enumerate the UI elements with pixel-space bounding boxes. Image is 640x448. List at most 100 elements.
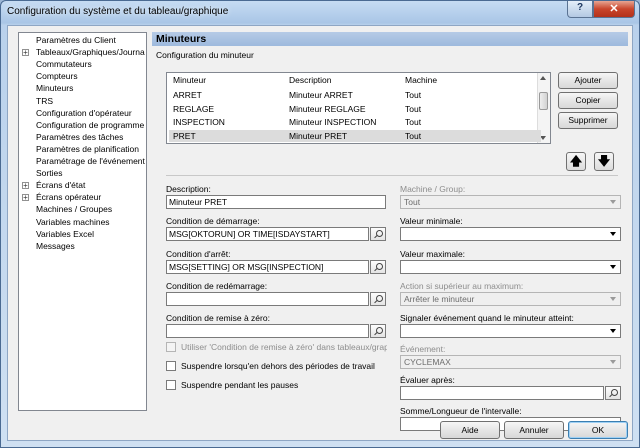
tree-item[interactable]: Paramétrage de l'événement [36,156,145,168]
signal-label: Signaler événement quand le minuteur att… [400,313,574,323]
help-icon: ? [576,2,584,13]
chevron-down-icon [610,329,616,333]
tree-item[interactable]: Compteurs [36,71,78,83]
description-field[interactable]: Minuteur PRET [166,195,386,209]
close-icon: ✕ [609,3,619,15]
description-label: Description: [166,184,211,194]
action-value: Arrêter le minuteur [404,294,475,304]
window-title: Configuration du système et du tableau/g… [7,6,229,17]
reset-condition-field[interactable] [166,324,369,338]
restart-condition-search-icon[interactable] [370,292,386,306]
start-condition-search-icon[interactable] [370,227,386,241]
config-window: Configuration du système et du tableau/g… [0,0,640,448]
tree-item[interactable]: TRS [36,96,53,108]
tree-item[interactable]: Minuteurs [36,83,73,95]
chevron-down-icon [610,297,616,301]
tree-item[interactable]: Sorties [36,168,62,180]
event-label: Événement: [400,344,446,354]
tree-item[interactable]: Configuration d'opérateur [36,108,132,120]
use-reset-label: Utiliser 'Condition de remise à zéro' da… [181,342,387,352]
tree-item[interactable]: Paramètres de planification [36,144,139,156]
stop-condition-label: Condition d'arrêt: [166,249,231,259]
stop-condition-field[interactable]: MSG[SETTING] OR MSG[INSPECTION] [166,260,369,274]
suspend-outside-label: Suspendre lorsqu'en dehors des périodes … [181,361,375,371]
tree-item[interactable]: Variables Excel [36,229,94,241]
col-header-machine[interactable]: Machine [405,75,437,85]
chevron-down-icon [610,360,616,364]
tree-item[interactable]: Machines / Groupes [36,204,112,216]
section-title: Minuteurs [156,33,207,45]
dialog-footer: Aide Annuler OK [8,416,632,440]
evaluate-after-field[interactable] [400,386,604,400]
scroll-up-icon[interactable] [540,76,546,80]
signal-select[interactable] [400,324,621,338]
tree-item[interactable]: Paramètres du Client [36,35,116,47]
title-bar: Configuration du système et du tableau/g… [1,1,639,23]
table-cell: Tout [405,90,422,100]
suspend-outside-checkbox[interactable] [166,361,176,371]
tree-item[interactable]: Écrans opérateur [36,192,101,204]
col-header-timer[interactable]: Minuteur [173,75,206,85]
tree-item[interactable]: Écrans d'état [36,180,85,192]
chevron-down-icon [610,232,616,236]
machine-group-select[interactable]: Tout [400,195,621,209]
tree-item[interactable]: Messages [36,241,75,253]
table-row[interactable]: INSPECTION Minuteur INSPECTION Tout [169,116,541,128]
tree-item[interactable]: Tableaux/Graphiques/Journa [36,47,145,59]
tree-item[interactable]: Paramètres des tâches [36,132,123,144]
cancel-button[interactable]: Annuler [504,421,564,439]
section-subtitle: Configuration du minuteur [156,50,254,60]
use-reset-checkbox[interactable] [166,342,176,352]
table-row[interactable]: REGLAGE Minuteur REGLAGE Tout [169,103,541,115]
table-cell: REGLAGE [173,103,215,114]
expand-icon[interactable]: + [22,182,29,190]
ok-button[interactable]: OK [568,421,628,439]
table-row[interactable]: ARRET Minuteur ARRET Tout [169,89,541,101]
start-condition-field[interactable]: MSG[OKTORUN] OR TIME[ISDAYSTART] [166,227,369,241]
add-button[interactable]: Ajouter [558,72,618,89]
table-cell: Minuteur REGLAGE [289,103,366,114]
tree-item[interactable]: Configuration de programme [36,120,144,132]
arrow-down-icon: 🡇 [597,154,611,168]
table-cell: PRET [173,130,196,141]
max-value-select[interactable] [400,260,621,274]
timer-list[interactable]: Minuteur Description Machine ARRET Minute… [166,72,551,144]
section-header: Minuteurs [152,32,628,46]
suspend-pause-label: Suspendre pendant les pauses [181,380,299,390]
action-select[interactable]: Arrêter le minuteur [400,292,621,306]
suspend-pause-checkbox[interactable] [166,380,176,390]
chevron-down-icon [610,265,616,269]
event-select[interactable]: CYCLEMAX [400,355,621,369]
col-header-description[interactable]: Description [289,75,332,85]
expand-icon[interactable]: + [22,194,29,202]
table-row[interactable]: PRET Minuteur PRET Tout [169,129,541,142]
separator [166,175,618,176]
help-title-button[interactable]: ? [567,1,593,18]
client-area: Paramètres du Client + Tableaux/Graphiques… [7,25,633,441]
table-cell: ARRET [173,90,202,100]
close-button[interactable]: ✕ [593,1,635,18]
start-condition-label: Condition de démarrage: [166,216,260,226]
table-cell: INSPECTION [173,117,225,127]
move-down-button[interactable]: 🡇 [594,152,614,171]
interval-label: Somme/Longueur de l'intervalle: [400,406,522,416]
min-value-select[interactable] [400,227,621,241]
arrow-up-icon: 🡅 [569,154,583,168]
reset-condition-label: Condition de remise à zéro: [166,313,270,323]
chevron-down-icon [610,200,616,204]
max-value-label: Valeur maximale: [400,249,466,259]
tree-item[interactable]: Commutateurs [36,59,92,71]
evaluate-after-search-icon[interactable] [605,386,621,400]
restart-condition-field[interactable] [166,292,369,306]
delete-button[interactable]: Supprimer [558,112,618,129]
copy-button[interactable]: Copier [558,92,618,109]
evaluate-after-label: Évaluer après: [400,375,455,385]
stop-condition-search-icon[interactable] [370,260,386,274]
move-up-button[interactable]: 🡅 [566,152,586,171]
expand-icon[interactable]: + [22,49,29,57]
table-cell: Minuteur ARRET [289,90,353,100]
help-button[interactable]: Aide [440,421,500,439]
reset-condition-search-icon[interactable] [370,324,386,338]
tree-item[interactable]: Variables machines [36,217,110,229]
machine-group-value: Tout [404,197,421,207]
